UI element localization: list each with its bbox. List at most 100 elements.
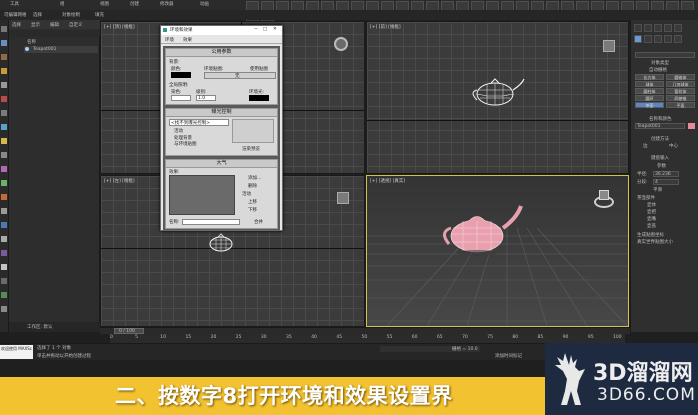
background-color-swatch[interactable] [171,72,191,78]
ribbon-tab-object-paint[interactable]: 对象绘制 [62,12,80,18]
ambient-color-swatch[interactable] [249,95,269,101]
tool-icon[interactable] [1,236,7,242]
cylinder-button[interactable]: 圆柱体 [635,88,664,94]
tab-edit[interactable]: 编辑 [50,22,59,28]
viewport-label[interactable]: [+] [顶] [线框] [104,24,135,30]
shapes-icon[interactable] [644,35,652,43]
env-map-button[interactable]: 无 [204,72,276,79]
tool-icon[interactable] [1,124,7,130]
menu-animation[interactable]: 动画 [200,1,209,7]
viewcube-icon[interactable] [337,192,349,204]
tool-icon[interactable] [1,40,7,46]
tool-icon[interactable] [1,152,7,158]
add-effect-button[interactable]: 添加... [248,175,261,181]
spout-checkbox[interactable]: 壶嘴 [647,216,656,222]
sphere-button[interactable]: 球体 [635,81,664,87]
lights-icon[interactable] [654,35,662,43]
name-color-header[interactable]: 名称和颜色 [649,116,672,122]
tool-icon[interactable] [1,54,7,60]
radius-field[interactable]: 36.236 [653,171,679,177]
column-header-name[interactable]: 名称 [27,39,36,45]
plane-button[interactable]: 平面 [666,102,695,108]
segments-field[interactable]: 4 [653,179,679,185]
creation-method-header[interactable]: 创建方法 [651,136,669,142]
add-time-tag-button[interactable]: 添加时间标记 [495,353,522,359]
parameters-header[interactable]: 参数 [657,163,666,169]
cameras-icon[interactable] [664,35,672,43]
primitive-dropdown[interactable] [635,52,695,58]
object-color-swatch[interactable] [688,123,695,129]
tab-customize[interactable]: 自定义 [69,22,83,28]
exposure-type-dropdown[interactable]: <找不到曝光控制> [169,119,229,126]
move-down-button[interactable]: 下移 [248,207,257,213]
menu-views[interactable]: 视图 [100,1,109,7]
teapot-wireframe-left[interactable] [206,231,236,253]
keyboard-entry-header[interactable]: 键盘输入 [651,155,669,161]
modify-tab-icon[interactable] [644,24,652,32]
tint-color-swatch[interactable] [171,95,191,101]
tube-button[interactable]: 管状体 [666,88,695,94]
object-name-field[interactable]: Teapot001 [635,123,685,129]
ribbon-tab-editable-poly[interactable]: 可编辑网格 [4,12,27,18]
exposure-control-header[interactable]: 曝光控制 [166,109,277,117]
smooth-checkbox[interactable]: 平滑 [653,187,662,193]
box-button[interactable]: 长方体 [635,74,664,80]
menu-create[interactable]: 创建 [130,1,139,7]
maxscript-listener[interactable]: 欢迎使用 MAXSc [0,345,33,359]
geometry-icon[interactable] [634,35,642,43]
menu-group[interactable]: 组 [60,1,65,7]
effect-active-checkbox[interactable]: 活动 [242,191,251,197]
exposure-active-checkbox[interactable]: 活动 [174,128,183,134]
handle-checkbox[interactable]: 壶把 [647,209,656,215]
generate-mapping-checkbox[interactable]: 生成贴图坐标 [637,232,664,238]
common-parameters-header[interactable]: 公用参数 [166,49,277,57]
viewport-front[interactable]: [+] [前] [线框] [366,21,629,174]
tool-icon[interactable] [1,138,7,144]
tab-display[interactable]: 显示 [31,22,40,28]
menu-modifiers[interactable]: 修改器 [160,1,174,7]
merge-button[interactable]: 合并 [254,219,263,225]
autogrid-checkbox[interactable]: 自动栅格 [649,67,667,73]
move-up-button[interactable]: 上移 [248,199,257,205]
viewcube-icon[interactable] [603,40,615,52]
create-tab-icon[interactable] [634,24,642,32]
render-preview-button[interactable]: 渲染预览 [242,146,260,152]
tool-icon[interactable] [1,166,7,172]
ribbon-tab-selection[interactable]: 选择 [33,12,42,18]
maximize-button[interactable]: □ [263,27,267,32]
time-slider[interactable]: 0 / 100 [100,327,630,334]
tool-icon[interactable] [1,278,7,284]
viewport-label[interactable]: [+] [左] [线框] [104,178,135,184]
effect-name-field[interactable] [182,219,240,225]
close-button[interactable]: ✕ [273,27,277,32]
helpers-icon[interactable] [674,35,682,43]
geosphere-button[interactable]: 几何球体 [666,81,695,87]
real-world-map-checkbox[interactable]: 真实世界贴图大小 [637,239,673,245]
body-checkbox[interactable]: 壶体 [647,202,656,208]
tool-icon[interactable] [1,292,7,298]
delete-effect-button[interactable]: 删除 [248,183,257,189]
minimize-button[interactable]: − [254,27,258,32]
viewport-perspective[interactable]: [+] [透视] [真实] [366,175,629,327]
visibility-eye-icon[interactable] [25,47,29,51]
rollout-keyboard-entry[interactable]: 键盘输入 [633,155,697,162]
tool-icon[interactable] [1,194,7,200]
hierarchy-tab-icon[interactable] [654,24,662,32]
tool-icon[interactable] [1,110,7,116]
tab-effects[interactable]: 效果 [183,37,192,43]
dialog-titlebar[interactable]: 环境和效果 − □ ✕ [161,26,282,35]
viewcube-icon[interactable] [594,190,614,210]
teapot-wireframe-front[interactable] [467,74,527,110]
tab-environment[interactable]: 环境 [165,37,174,43]
viewcube-icon[interactable] [334,37,348,51]
edge-radio[interactable]: 边 [643,143,648,149]
workspace-label[interactable]: 工作区: 默认 [27,324,52,330]
ribbon-tab-populate[interactable]: 填充 [95,12,104,18]
tool-icon[interactable] [1,26,7,32]
scene-item-teapot[interactable]: Teapot001 [24,46,98,53]
tool-icon[interactable] [1,208,7,214]
viewport-label[interactable]: [+] [前] [线框] [370,24,401,30]
teapot-button[interactable]: 茶壶 [635,102,664,108]
torus-button[interactable]: 圆环 [635,95,664,101]
tab-select[interactable]: 选择 [12,22,21,28]
